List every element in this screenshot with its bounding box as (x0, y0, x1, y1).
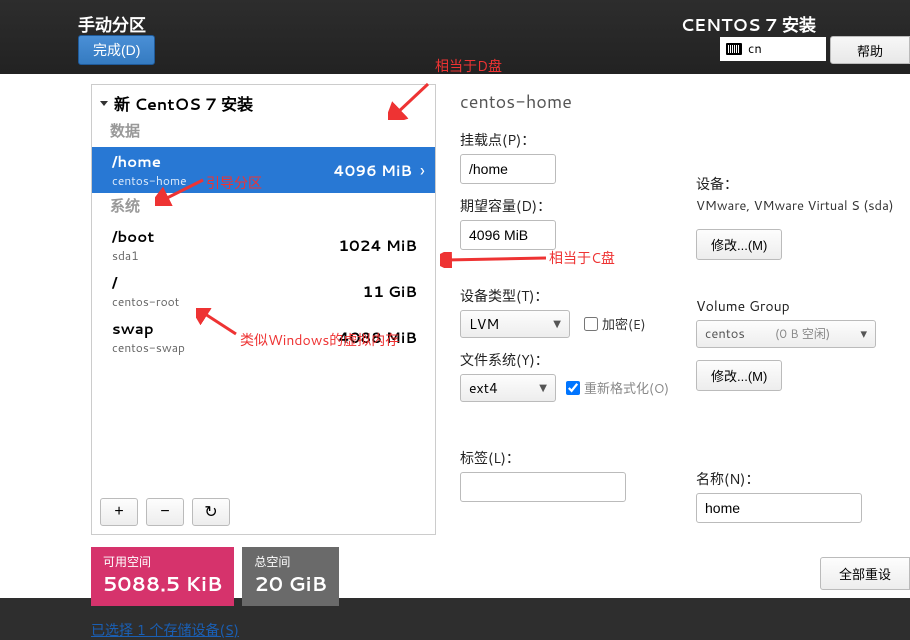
total-space-value: 20 GiB (254, 570, 327, 598)
details-title: centos-home (460, 88, 910, 114)
partition-row-home[interactable]: /home centos-home 4096 MiB › (92, 147, 435, 193)
main-content: 新 CentOS 7 安装 数据 /home centos-home 4096 … (0, 74, 910, 598)
device-type-label: 设备类型(T)： (460, 286, 696, 306)
capacity-input[interactable] (460, 220, 556, 250)
partition-device: centos-home (112, 172, 333, 189)
reset-all-button[interactable]: 全部重设 (820, 557, 910, 590)
partition-row-root[interactable]: / centos-root 11 GiB (92, 268, 435, 314)
mountpoint-label: 挂载点(P)： (460, 130, 696, 150)
volume-group-select[interactable]: centos (0 B 空闲) ▾ (696, 320, 876, 348)
partition-row-swap[interactable]: swap centos-swap 4088 MiB (92, 314, 435, 360)
total-space-label: 总空间 (254, 553, 327, 570)
partition-mount: /home (112, 151, 333, 172)
filesystem-value: ext4 (469, 378, 498, 398)
device-value: VMware, VMware Virtual S (sda) (696, 198, 906, 215)
partition-list-pane: 新 CentOS 7 安装 数据 /home centos-home 4096 … (91, 84, 436, 640)
label-input[interactable] (460, 472, 626, 502)
space-summary: 可用空间 5088.5 KiB 总空间 20 GiB (91, 547, 436, 606)
modify-device-button[interactable]: 修改...(M) (696, 229, 782, 260)
reload-button[interactable]: ↻ (192, 498, 230, 526)
reformat-checkbox[interactable]: 重新格式化(O) (566, 378, 669, 398)
partition-mount: / (112, 272, 363, 293)
volume-group-value: centos (705, 325, 745, 343)
free-space-value: 5088.5 KiB (103, 570, 222, 598)
installer-title: CENTOS 7 安装 (681, 11, 816, 37)
done-button[interactable]: 完成(D) (78, 35, 155, 65)
free-space-label: 可用空间 (103, 553, 222, 570)
device-label: 设备： (696, 174, 906, 194)
chevron-right-icon: › (420, 157, 425, 183)
mountpoint-input[interactable] (460, 154, 556, 184)
partition-device: centos-root (112, 293, 363, 310)
partition-row-boot[interactable]: /boot sda1 1024 MiB (92, 222, 435, 268)
chevron-down-icon (100, 101, 108, 106)
partition-size: 4096 MiB (333, 160, 412, 181)
name-label: 名称(N)： (696, 469, 906, 489)
encrypt-label: 加密(E) (602, 314, 646, 334)
storage-devices-link[interactable]: 已选择 1 个存储设备(S) (91, 620, 239, 640)
device-type-value: LVM (469, 314, 499, 334)
partition-size: 11 GiB (363, 281, 417, 302)
label-label: 标签(L)： (460, 448, 696, 468)
free-space-box: 可用空间 5088.5 KiB (91, 547, 234, 606)
keyboard-layout-label: cn (748, 40, 762, 58)
encrypt-checkbox-input[interactable] (584, 317, 598, 331)
chevron-down-icon: ▼ (553, 317, 561, 331)
help-button[interactable]: 帮助 (830, 36, 910, 64)
tree-header-label: 新 CentOS 7 安装 (114, 91, 253, 116)
volume-group-label: Volume Group (696, 296, 906, 316)
encrypt-checkbox[interactable]: 加密(E) (584, 314, 646, 334)
partition-size: 1024 MiB (338, 235, 417, 256)
keyboard-icon (726, 43, 742, 55)
add-partition-button[interactable]: + (100, 498, 138, 526)
capacity-label: 期望容量(D)： (460, 196, 696, 216)
name-input[interactable] (696, 493, 862, 523)
partition-mount: /boot (112, 226, 338, 247)
tree-header[interactable]: 新 CentOS 7 安装 (92, 85, 435, 118)
header-bar: 手动分区 完成(D) CENTOS 7 安装 cn 帮助 (0, 0, 910, 74)
total-space-box: 总空间 20 GiB (242, 547, 339, 606)
partition-device: centos-swap (112, 339, 338, 356)
partition-tree: 新 CentOS 7 安装 数据 /home centos-home 4096 … (91, 84, 436, 535)
volume-group-free: (0 B 空闲) (775, 325, 830, 342)
filesystem-select[interactable]: ext4 ▼ (460, 374, 556, 402)
modify-vg-button[interactable]: 修改...(M) (696, 360, 782, 391)
chevron-down-icon: ▾ (860, 325, 867, 343)
partition-mount: swap (112, 318, 338, 339)
page-title: 手动分区 (78, 11, 146, 37)
tree-group-data: 数据 (92, 118, 435, 147)
partition-size: 4088 MiB (338, 327, 417, 348)
partition-device: sda1 (112, 247, 338, 264)
filesystem-label: 文件系统(Y)： (460, 350, 696, 370)
keyboard-layout-selector[interactable]: cn (720, 37, 826, 61)
chevron-down-icon: ▼ (539, 381, 547, 395)
reformat-checkbox-input[interactable] (566, 381, 580, 395)
remove-partition-button[interactable]: − (146, 498, 184, 526)
partition-details-pane: centos-home 挂载点(P)： 期望容量(D)： 设备类型(T)： LV… (460, 88, 910, 502)
device-type-select[interactable]: LVM ▼ (460, 310, 570, 338)
reformat-label: 重新格式化(O) (584, 378, 669, 398)
tree-group-system: 系统 (92, 193, 435, 222)
